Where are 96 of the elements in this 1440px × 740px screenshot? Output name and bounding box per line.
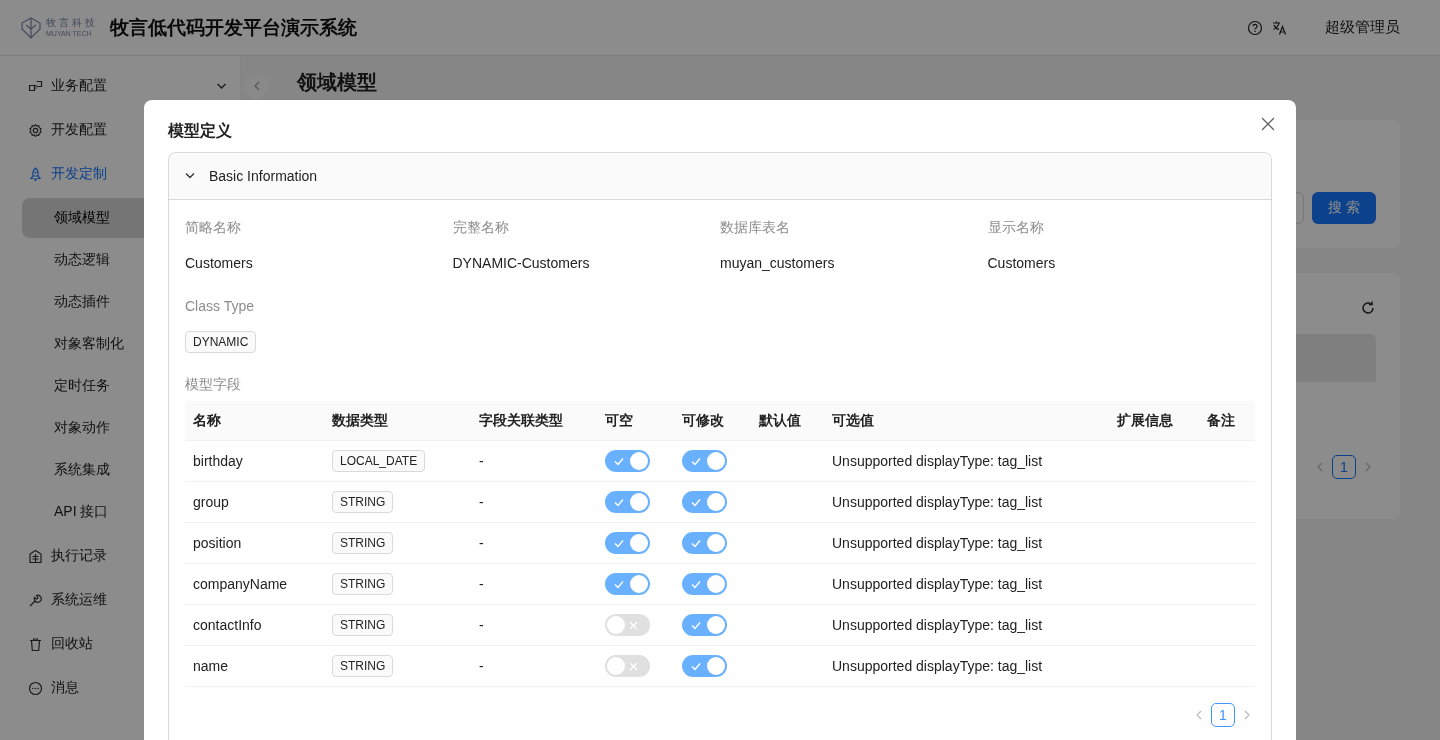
check-icon — [691, 456, 701, 466]
building-icon — [28, 548, 43, 564]
type-tag: STRING — [332, 491, 394, 513]
field-value: DYNAMIC-Customers — [452, 254, 591, 273]
chevron-down-icon — [216, 82, 227, 90]
toggle-switch[interactable] — [605, 491, 650, 513]
toggle-switch[interactable] — [682, 450, 727, 472]
toggle-switch[interactable] — [682, 614, 727, 636]
column-header: 名称 — [185, 401, 324, 441]
column-header: 可空 — [597, 401, 674, 441]
column-header: 扩展信息 — [1109, 401, 1199, 441]
toggle-switch[interactable] — [682, 655, 727, 677]
toggle-switch[interactable] — [605, 655, 650, 677]
rocket-icon — [28, 166, 43, 182]
toggle-switch[interactable] — [682, 573, 727, 595]
table-cell: group — [185, 481, 324, 523]
table-cell: - — [471, 481, 597, 523]
check-icon — [691, 497, 701, 507]
toggle-switch[interactable] — [682, 491, 727, 513]
table-cell: Unsupported displayType: tag_list — [824, 440, 1109, 482]
toggle-switch[interactable] — [605, 450, 650, 472]
type-tag: LOCAL_DATE — [332, 450, 426, 472]
type-tag: STRING — [332, 573, 394, 595]
field-label: 模型字段 — [185, 375, 242, 394]
check-icon — [614, 497, 624, 507]
check-icon — [691, 579, 701, 589]
column-header: 可选值 — [824, 401, 1109, 441]
field-label: 完整名称 — [452, 218, 510, 237]
panel-header[interactable]: Basic Information — [169, 153, 1271, 200]
table-cell: - — [471, 645, 597, 687]
table-cell: Unsupported displayType: tag_list — [824, 522, 1109, 564]
previous-page-icon — [1316, 462, 1324, 472]
help-icon[interactable] — [1247, 19, 1263, 36]
check-icon — [691, 661, 701, 671]
cross-icon — [629, 661, 639, 671]
menu-item[interactable]: 业务配置 — [0, 64, 240, 108]
table-cell: name — [185, 645, 324, 687]
translate-icon[interactable] — [1271, 19, 1287, 36]
field-value: Customers — [987, 254, 1057, 273]
next-page-icon — [1243, 710, 1251, 720]
table-cell: - — [471, 522, 597, 564]
logo-icon — [20, 15, 42, 40]
table-cell: Unsupported displayType: tag_list — [824, 645, 1109, 687]
toggle-switch[interactable] — [605, 573, 650, 595]
table-cell: - — [471, 440, 597, 482]
next-page-icon — [1364, 462, 1372, 472]
column-header: 可修改 — [674, 401, 751, 441]
page-title: 领域模型 — [297, 70, 378, 94]
page-button[interactable]: 1 — [1211, 703, 1235, 727]
blocks-icon — [28, 78, 43, 94]
refresh-icon[interactable] — [1360, 300, 1376, 316]
field-value: muyan_customers — [720, 254, 836, 273]
table-cell: - — [471, 604, 597, 646]
chevron-left-icon — [253, 81, 261, 91]
table-cell: companyName — [185, 563, 324, 605]
check-icon — [614, 538, 624, 548]
check-icon — [691, 620, 701, 630]
type-tag: STRING — [332, 655, 394, 677]
field-label: Class Type — [185, 297, 255, 316]
column-header: 字段关联类型 — [471, 401, 597, 441]
column-header: 数据类型 — [324, 401, 471, 441]
close-icon[interactable] — [1261, 117, 1275, 131]
table-cell: Unsupported displayType: tag_list — [824, 604, 1109, 646]
table-cell: birthday — [185, 440, 324, 482]
app-title: 牧言低代码开发平台演示系统 — [110, 15, 357, 40]
message-icon — [28, 680, 43, 696]
search-button[interactable]: 搜 索 — [1312, 192, 1376, 224]
column-header: 备注 — [1199, 401, 1255, 441]
gear-icon — [28, 122, 43, 138]
field-label: 显示名称 — [987, 218, 1045, 237]
field-label: 数据库表名 — [720, 218, 791, 237]
check-icon — [614, 579, 624, 589]
column-header: 默认值 — [751, 401, 824, 441]
table-cell: Unsupported displayType: tag_list — [824, 563, 1109, 605]
previous-page-icon — [1195, 710, 1203, 720]
user-name[interactable]: 超级管理员 — [1325, 18, 1400, 37]
type-tag: DYNAMIC — [185, 331, 257, 353]
check-icon — [614, 456, 624, 466]
table-cell: - — [471, 563, 597, 605]
type-tag: STRING — [332, 614, 394, 636]
toggle-switch[interactable] — [605, 532, 650, 554]
table-cell: Unsupported displayType: tag_list — [824, 481, 1109, 523]
page-button[interactable]: 1 — [1332, 455, 1356, 479]
table-cell: contactInfo — [185, 604, 324, 646]
cross-icon — [629, 620, 639, 630]
table-cell: position — [185, 522, 324, 564]
modal-title: 模型定义 — [168, 120, 232, 141]
wrench-icon — [28, 592, 43, 608]
trash-icon — [28, 636, 43, 652]
field-label: 简略名称 — [185, 218, 242, 237]
field-value: Customers — [185, 254, 254, 273]
logo-name: 牧言科技 — [46, 18, 98, 28]
toggle-switch[interactable] — [682, 532, 727, 554]
check-icon — [691, 538, 701, 548]
toggle-switch[interactable] — [605, 614, 650, 636]
type-tag: STRING — [332, 532, 394, 554]
